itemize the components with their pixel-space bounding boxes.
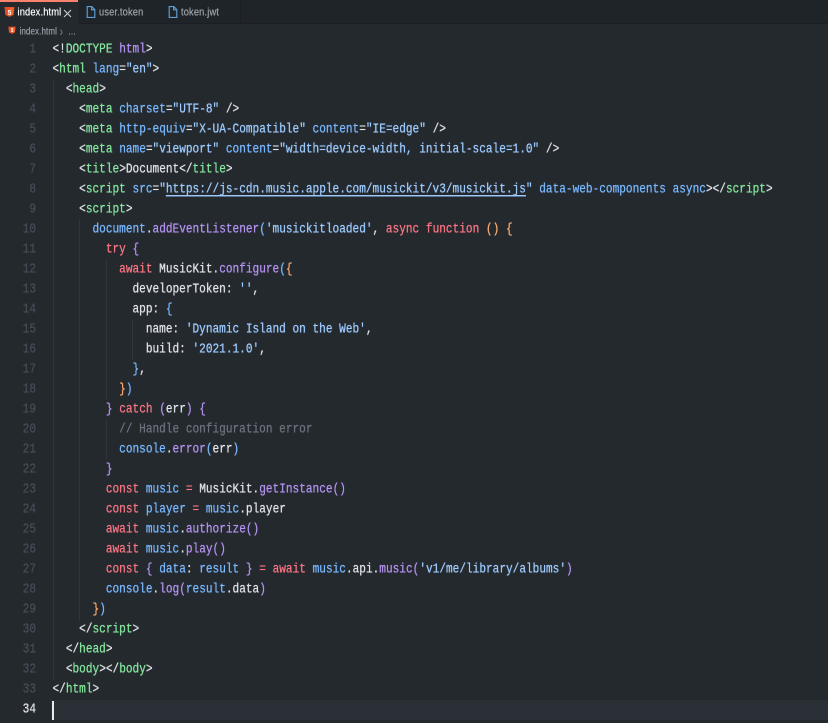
svg-text:5: 5	[10, 28, 13, 34]
svg-text:5: 5	[8, 10, 12, 17]
